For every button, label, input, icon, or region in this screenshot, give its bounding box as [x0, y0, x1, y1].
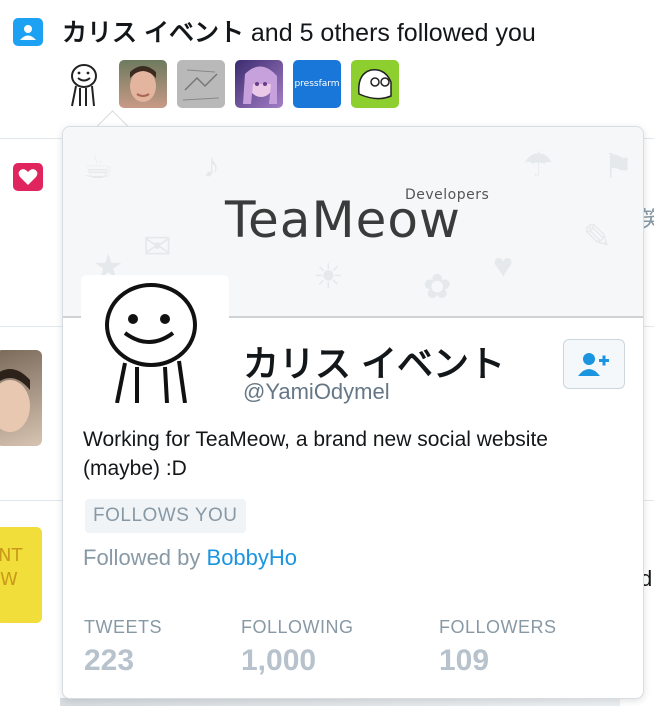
follower-avatar[interactable] — [177, 60, 225, 108]
background-tweet-strip — [60, 698, 620, 706]
profile-bio: Working for TeaMeow, a brand new social … — [83, 428, 548, 480]
follower-avatar[interactable] — [62, 60, 110, 108]
stat-followers[interactable]: FOLLOWERS 109 — [439, 617, 557, 678]
follow-button[interactable] — [563, 339, 625, 389]
profile-hovercard: ☕ ✉ ♪ ☂ ✎ ♥ ★ ☀ ✿ ⚑ Developers TeaMeow カ… — [62, 126, 644, 699]
followed-by-prefix: Followed by — [83, 545, 201, 570]
stat-value: 223 — [84, 644, 135, 677]
stat-tweets[interactable]: TWEETS 223 — [84, 617, 162, 678]
heart-icon — [18, 169, 38, 185]
follower-avatar[interactable] — [119, 60, 167, 108]
stat-value: 109 — [439, 644, 490, 677]
notification-title: カリス イベント and 5 others followed you — [62, 18, 536, 48]
tweet-author-avatar[interactable] — [0, 350, 42, 446]
like-notification-icon — [13, 163, 43, 191]
person-icon — [20, 25, 36, 40]
stat-value: 1,000 — [241, 644, 317, 677]
add-user-icon — [578, 353, 609, 376]
teameow-logo: Developers TeaMeow — [225, 187, 489, 249]
followed-by-text: Followed by BobbyHo — [83, 545, 297, 571]
svg-text:NT: NT — [0, 545, 23, 566]
follow-notification-icon — [13, 18, 43, 46]
profile-handle[interactable]: @YamiOdymel — [243, 379, 390, 405]
logo-text: TeaMeow — [225, 191, 461, 249]
followed-by-user-link[interactable]: BobbyHo — [207, 545, 298, 570]
notification-title-rest: and 5 others followed you — [250, 19, 536, 47]
tweet-author-avatar[interactable]: NT W — [0, 527, 42, 623]
profile-avatar[interactable] — [81, 275, 229, 404]
stat-label: TWEETS — [84, 617, 162, 637]
pressfarm-label: pressfarm — [294, 79, 340, 89]
follows-you-badge: FOLLOWS YOU — [85, 499, 246, 533]
follower-avatar[interactable] — [351, 60, 399, 108]
notification-title-name[interactable]: カリス イベント — [62, 19, 244, 47]
stat-following[interactable]: FOLLOWING 1,000 — [241, 617, 354, 678]
stat-label: FOLLOWERS — [439, 617, 557, 637]
follower-avatar[interactable]: pressfarm — [293, 60, 341, 108]
follower-avatar[interactable] — [235, 60, 283, 108]
stat-label: FOLLOWING — [241, 617, 354, 637]
svg-text:W: W — [0, 569, 18, 590]
